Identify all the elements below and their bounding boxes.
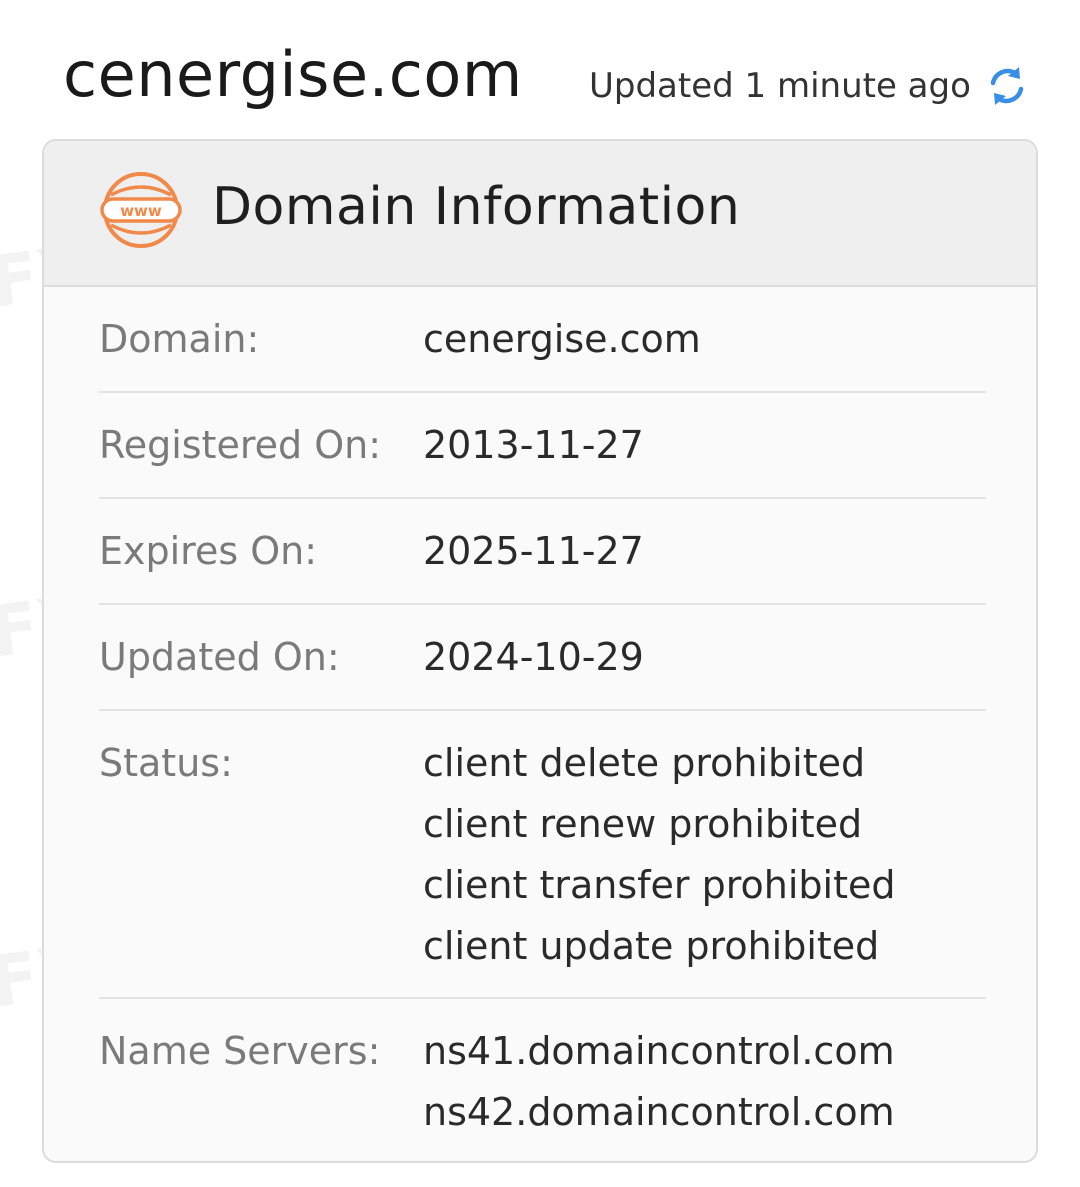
row-label: Name Servers: bbox=[99, 1029, 381, 1073]
domain-info-card: www Domain Information Domain: cenergise… bbox=[42, 139, 1038, 1163]
status-item: client delete prohibited bbox=[423, 741, 866, 785]
www-globe-icon: www bbox=[100, 172, 182, 248]
row-value: client delete prohibited client renew pr… bbox=[423, 733, 895, 977]
registered-date: 2013-11-27 bbox=[423, 423, 644, 467]
row-label: Expires On: bbox=[99, 529, 318, 573]
status-item: client transfer prohibited bbox=[423, 863, 896, 907]
row-label: Registered On: bbox=[99, 423, 381, 467]
updated-date: 2024-10-29 bbox=[423, 635, 644, 679]
row-expires-on: Expires On: 2025-11-27 bbox=[99, 499, 986, 605]
name-server: ns42.domaincontrol.com bbox=[423, 1090, 895, 1134]
status-item: client renew prohibited bbox=[423, 802, 863, 846]
row-domain: Domain: cenergise.com bbox=[99, 287, 986, 393]
status-item: client update prohibited bbox=[423, 924, 880, 968]
row-updated-on: Updated On: 2024-10-29 bbox=[99, 605, 986, 711]
updated-text: Updated 1 minute ago bbox=[589, 66, 971, 106]
row-label: Updated On: bbox=[99, 635, 340, 679]
row-value: ns41.domaincontrol.com ns42.domaincontro… bbox=[423, 1021, 895, 1143]
row-value: cenergise.com bbox=[423, 309, 701, 370]
page: FX FX FX WikiFX WikiFX WikiFX cenergise.… bbox=[0, 0, 1080, 1187]
card-title: Domain Information bbox=[212, 177, 741, 237]
name-server: ns41.domaincontrol.com bbox=[423, 1029, 895, 1073]
row-value: 2025-11-27 bbox=[423, 521, 644, 582]
row-registered-on: Registered On: 2013-11-27 bbox=[99, 393, 986, 499]
domain-value: cenergise.com bbox=[423, 317, 701, 361]
site-title: cenergise.com bbox=[63, 38, 523, 111]
page-header: cenergise.com Updated 1 minute ago bbox=[63, 30, 1024, 120]
update-status: Updated 1 minute ago bbox=[589, 64, 1029, 108]
row-value: 2024-10-29 bbox=[423, 627, 644, 688]
www-label: www bbox=[120, 202, 162, 220]
row-label: Domain: bbox=[99, 317, 260, 361]
row-value: 2013-11-27 bbox=[423, 415, 644, 476]
info-rows: Domain: cenergise.com Registered On: 201… bbox=[99, 287, 986, 1149]
card-header: www Domain Information bbox=[44, 141, 1036, 287]
row-label: Status: bbox=[99, 741, 233, 785]
refresh-icon[interactable] bbox=[985, 64, 1029, 108]
expires-date: 2025-11-27 bbox=[423, 529, 644, 573]
row-name-servers: Name Servers: ns41.domaincontrol.com ns4… bbox=[99, 999, 986, 1149]
row-status: Status: client delete prohibited client … bbox=[99, 711, 986, 999]
